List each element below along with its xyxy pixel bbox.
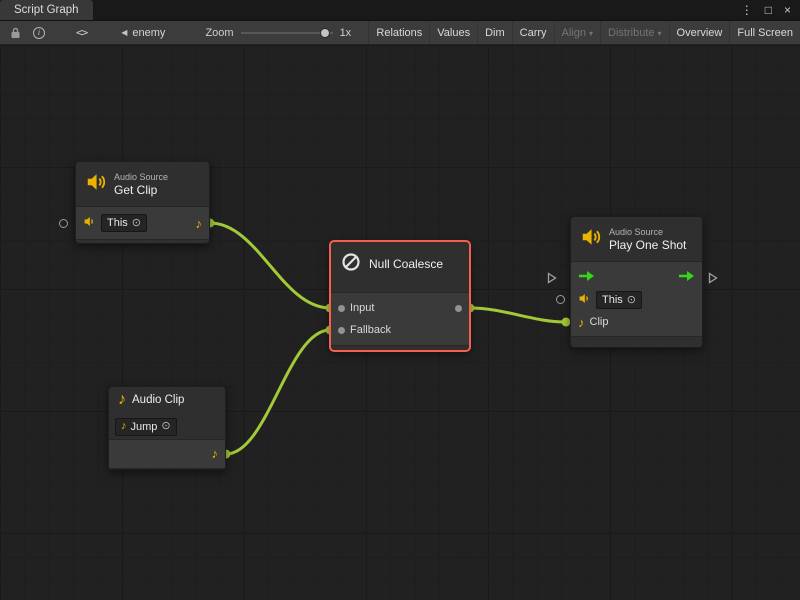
audio-clip-input-icon[interactable]: ♪ xyxy=(578,316,585,329)
maximize-icon[interactable]: □ xyxy=(765,4,772,16)
wire-audioclip-to-fallback[interactable] xyxy=(226,330,330,454)
fallback-port[interactable] xyxy=(338,327,345,334)
graph-canvas[interactable]: Audio Source Get Clip This ⊙ xyxy=(0,45,800,600)
object-picker-icon: ⊙ xyxy=(132,218,141,229)
target-input-port[interactable] xyxy=(59,219,68,228)
flow-in-arrow-icon[interactable] xyxy=(578,270,595,285)
node-title: Audio Clip xyxy=(132,393,184,407)
node-audio-clip[interactable]: ♪ Audio Clip ♪ Jump ⊙ ♪ xyxy=(108,386,226,470)
code-view-icon[interactable]: <> xyxy=(76,26,87,39)
object-picker-icon: ⊙ xyxy=(161,421,170,432)
more-menu-icon[interactable]: ⋮ xyxy=(741,4,753,16)
node-header: Audio Source Play One Shot xyxy=(571,217,702,261)
speaker-icon xyxy=(83,215,96,231)
target-object-field[interactable]: This ⊙ xyxy=(101,214,147,232)
node-header: Null Coalesce xyxy=(331,242,469,286)
object-picker-icon: ⊙ xyxy=(627,295,636,306)
zoom-control: Zoom 1x xyxy=(205,27,351,39)
node-title: Get Clip xyxy=(114,183,168,197)
zoom-slider-track xyxy=(241,32,333,34)
distribute-button[interactable]: Distribute ▾ xyxy=(600,21,668,44)
close-icon[interactable]: × xyxy=(784,4,791,16)
fallback-port-label: Fallback xyxy=(350,324,391,336)
dim-button[interactable]: Dim xyxy=(477,21,512,44)
flow-output-port[interactable] xyxy=(708,271,718,289)
audio-clip-output-icon[interactable]: ♪ xyxy=(212,447,219,460)
overview-button[interactable]: Overview xyxy=(669,21,730,44)
null-coalesce-icon xyxy=(340,251,362,278)
node-title: Play One Shot xyxy=(609,238,686,252)
values-button[interactable]: Values xyxy=(429,21,477,44)
caret-down-icon: ▾ xyxy=(658,29,662,38)
node-category: Audio Source xyxy=(609,227,686,238)
zoom-label: Zoom xyxy=(205,27,233,39)
fullscreen-button[interactable]: Full Screen xyxy=(729,21,800,44)
zoom-value: 1x xyxy=(340,27,352,39)
caret-down-icon: ▾ xyxy=(589,29,593,38)
unity-script-graph-window: Script Graph ⋮ □ × i <> ◀ enemy Zoom xyxy=(0,0,800,600)
breadcrumb[interactable]: ◀ enemy xyxy=(121,27,165,39)
target-object-field[interactable]: This ⊙ xyxy=(596,291,642,309)
window-controls: ⋮ □ × xyxy=(741,0,800,20)
graph-name: enemy xyxy=(132,27,165,39)
speaker-icon xyxy=(578,292,591,308)
toolbar-buttons: Relations Values Dim Carry Align ▾ Distr… xyxy=(368,21,800,44)
graph-toolbar: i <> ◀ enemy Zoom 1x Relations Values Di… xyxy=(0,21,800,45)
tab-label: Script Graph xyxy=(14,4,79,16)
info-icon[interactable]: i xyxy=(30,24,48,42)
node-category: Audio Source xyxy=(114,172,168,183)
zoom-slider[interactable] xyxy=(241,27,333,39)
zoom-slider-handle[interactable] xyxy=(320,28,330,38)
result-output-port[interactable] xyxy=(455,305,462,312)
target-input-port[interactable] xyxy=(556,295,565,304)
node-title: Null Coalesce xyxy=(369,257,443,271)
tab-bar: Script Graph ⋮ □ × xyxy=(0,0,800,21)
audio-source-icon xyxy=(580,226,602,253)
audio-clip-object-field[interactable]: ♪ Jump ⊙ xyxy=(115,418,177,436)
carry-button[interactable]: Carry xyxy=(512,21,554,44)
tab-script-graph[interactable]: Script Graph xyxy=(0,0,93,20)
node-play-one-shot[interactable]: Audio Source Play One Shot xyxy=(570,216,703,348)
audio-clip-icon: ♪ xyxy=(121,421,127,432)
align-button[interactable]: Align ▾ xyxy=(554,21,600,44)
relations-button[interactable]: Relations xyxy=(368,21,429,44)
flow-out-arrow-icon[interactable] xyxy=(678,270,695,285)
node-header: Audio Source Get Clip xyxy=(76,162,209,206)
wire-getclip-to-input[interactable] xyxy=(210,223,330,308)
lock-icon[interactable] xyxy=(6,24,24,42)
node-header: ♪ Audio Clip xyxy=(109,387,225,413)
audio-clip-output-icon[interactable]: ♪ xyxy=(196,217,203,230)
input-port[interactable] xyxy=(338,305,345,312)
wire-nullcoalesce-to-clip[interactable] xyxy=(470,308,566,322)
flow-input-port[interactable] xyxy=(547,271,557,289)
audio-clip-icon: ♪ xyxy=(118,392,126,408)
back-arrow-icon: ◀ xyxy=(121,28,127,37)
node-get-clip[interactable]: Audio Source Get Clip This ⊙ xyxy=(75,161,210,244)
clip-port-label: Clip xyxy=(590,316,609,328)
audio-source-icon xyxy=(85,171,107,198)
input-port-label: Input xyxy=(350,302,374,314)
node-null-coalesce[interactable]: Null Coalesce Input Fallback xyxy=(330,241,470,351)
